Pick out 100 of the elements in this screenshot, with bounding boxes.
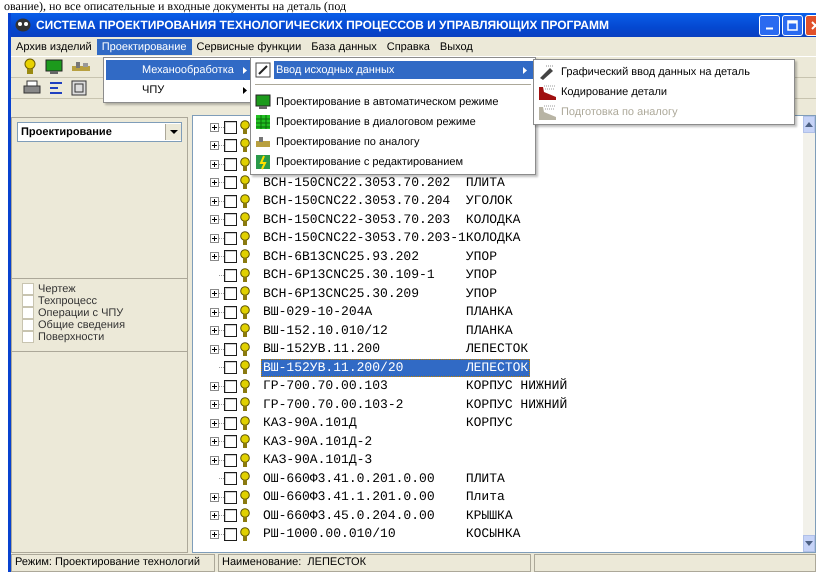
menu-item[interactable]: ЧПУ	[106, 80, 253, 100]
expand-icon[interactable]	[210, 308, 219, 317]
tree-checkbox[interactable]	[224, 194, 237, 208]
tree-checkbox[interactable]	[224, 120, 237, 134]
expand-icon[interactable]	[210, 344, 219, 354]
expand-icon[interactable]	[210, 122, 219, 132]
tree-checkbox[interactable]	[224, 176, 237, 190]
menu-item[interactable]: Справка	[382, 38, 435, 54]
checkbox[interactable]	[22, 307, 34, 319]
profile-icon	[538, 104, 556, 120]
tree-checkbox[interactable]	[224, 324, 237, 338]
tree-checkbox[interactable]	[224, 250, 237, 264]
menu-item[interactable]: Механообработка	[106, 60, 253, 80]
bulb-icon	[240, 304, 250, 320]
expand-icon[interactable]	[210, 418, 219, 428]
tree-item[interactable]: ВСН-150CNC22-3053.70.203-1КОЛОДКА	[261, 229, 522, 248]
expand-icon[interactable]	[210, 178, 219, 188]
tree-checkbox[interactable]	[224, 454, 237, 467]
tree-item[interactable]: РШ-1000.00.010/10 КОСЫНКА	[261, 525, 522, 544]
tree-item[interactable]: ОШ-660Ф3.45.0.204.0.00 КРЫШКА	[261, 506, 515, 525]
tree-item[interactable]: ВСН-150CNC22.3053.70.204 УГОЛОК	[261, 192, 515, 210]
menu-item[interactable]: Проектирование	[96, 38, 192, 54]
tree-item[interactable]: КАЗ-90А.101Д-3	[261, 451, 468, 470]
tree-item[interactable]: ОШ-660Ф3.41.1.201.0.00 Плита	[261, 488, 507, 506]
menu-item[interactable]: База данных	[306, 38, 382, 54]
expand-icon[interactable]	[210, 492, 219, 502]
maximize-button[interactable]	[782, 14, 803, 36]
menu-item[interactable]: Проектирование с редактированием	[274, 153, 533, 171]
tree-checkbox[interactable]	[224, 268, 237, 282]
expand-icon[interactable]	[210, 437, 219, 446]
tree-item[interactable]: ВСН-6В13CNC25.93.202 УПОР	[261, 248, 500, 266]
tree-checkbox[interactable]	[224, 232, 237, 245]
tree-item[interactable]: ГР-700.70.00.103-2 КОРПУС НИЖНИЙ	[261, 396, 570, 414]
bulb-icon	[240, 342, 250, 357]
tree-item[interactable]: ОШ-660Ф3.41.0.201.0.00 ПЛИТА	[261, 470, 507, 488]
tree-checkbox[interactable]	[224, 380, 237, 393]
expand-icon[interactable]	[210, 289, 219, 298]
checkbox[interactable]	[22, 283, 34, 295]
tree-checkbox[interactable]	[224, 361, 237, 374]
menu-item[interactable]: Архив изделий	[11, 38, 97, 54]
expand-icon[interactable]	[210, 215, 219, 224]
tree-checkbox[interactable]	[224, 435, 237, 448]
checkbox[interactable]	[22, 331, 34, 343]
expand-icon[interactable]	[210, 252, 219, 262]
tree-item[interactable]: ВСН-6Р13CNC25.30.109-1 УПОР	[261, 266, 500, 284]
menu-item[interactable]: Сервисные функции	[192, 38, 306, 54]
expand-icon[interactable]	[210, 456, 219, 465]
menu-item[interactable]: Ввод исходных данных	[274, 61, 533, 79]
tree-checkbox[interactable]	[224, 490, 237, 504]
tree-checkbox[interactable]	[224, 528, 237, 541]
tree-checkbox[interactable]	[224, 342, 237, 356]
tree-item[interactable]: ВШ-152УВ.11.200 ЛЕПЕСТОК	[261, 340, 530, 358]
menu-item: Подготовка по аналогу	[560, 105, 679, 120]
scrollbar[interactable]	[803, 116, 815, 552]
tree-item[interactable]: ВШ-152УВ.11.200/20 ЛЕПЕСТОК	[261, 358, 530, 377]
tree-checkbox[interactable]	[224, 139, 237, 152]
bulb-icon[interactable]	[23, 58, 37, 76]
tree-item[interactable]: ВСН-6Р13CNC25.30.209 УПОР	[261, 284, 500, 303]
expand-icon[interactable]	[210, 196, 219, 206]
tree-checkbox[interactable]	[224, 472, 237, 486]
tree-checkbox[interactable]	[224, 213, 237, 226]
expand-icon[interactable]	[210, 382, 219, 391]
text-lines-icon[interactable]	[49, 80, 63, 96]
checkbox[interactable]	[22, 319, 34, 331]
scroll-down-icon	[805, 541, 813, 546]
tree-item[interactable]: ВСН-150CNC22-3053.70.203 КОЛОДКА	[261, 210, 522, 229]
minimize-button[interactable]	[759, 14, 780, 36]
printer-icon[interactable]	[23, 80, 41, 96]
menu-item[interactable]: Выход	[434, 38, 478, 54]
tree-item[interactable]: ГР-700.70.00.103 КОРПУС НИЖНИЙ	[261, 377, 570, 396]
tree-item[interactable]: ВШ-152.10.010/12 ПЛАНКА	[261, 322, 515, 340]
tree-item[interactable]: КАЗ-90А.101Д КОРПУС	[261, 414, 515, 432]
bulb-icon	[240, 526, 250, 542]
tree-item[interactable]: ВШ-029-10-204А ПЛАНКА	[261, 303, 515, 322]
tree-item[interactable]: ВСН-150CNC22.3053.70.202 ПЛИТА	[261, 174, 507, 192]
tools-icon[interactable]	[71, 60, 91, 74]
expand-icon[interactable]	[210, 530, 219, 539]
tree-item[interactable]: КАЗ-90А.101Д-2	[261, 432, 468, 451]
tree-checkbox[interactable]	[224, 398, 237, 412]
frame-icon[interactable]	[71, 80, 87, 96]
menu-item[interactable]: Проектирование по аналогу	[274, 133, 533, 151]
expand-icon[interactable]	[210, 160, 219, 169]
menu-item[interactable]: Проектирование в диалоговом режиме	[274, 113, 533, 131]
monitor-icon[interactable]	[45, 59, 63, 75]
menu-item[interactable]: Кодирование детали	[559, 83, 792, 101]
tree-checkbox[interactable]	[224, 158, 237, 171]
menu-item[interactable]: Проектирование в автоматическом режиме	[274, 93, 533, 111]
expand-icon[interactable]	[210, 326, 219, 336]
expand-icon[interactable]	[210, 141, 219, 150]
bulb-icon	[240, 471, 250, 486]
tree-checkbox[interactable]	[224, 416, 237, 430]
expand-icon[interactable]	[210, 511, 219, 520]
expand-icon[interactable]	[210, 400, 219, 410]
tree-checkbox[interactable]	[224, 509, 237, 522]
mode-dropdown[interactable]: Проектирование	[17, 122, 182, 142]
tree-checkbox[interactable]	[224, 287, 237, 300]
expand-icon[interactable]	[210, 234, 219, 243]
checkbox[interactable]	[22, 295, 34, 307]
tree-checkbox[interactable]	[224, 306, 237, 319]
menu-item[interactable]: Графический ввод данных на деталь	[559, 63, 792, 81]
